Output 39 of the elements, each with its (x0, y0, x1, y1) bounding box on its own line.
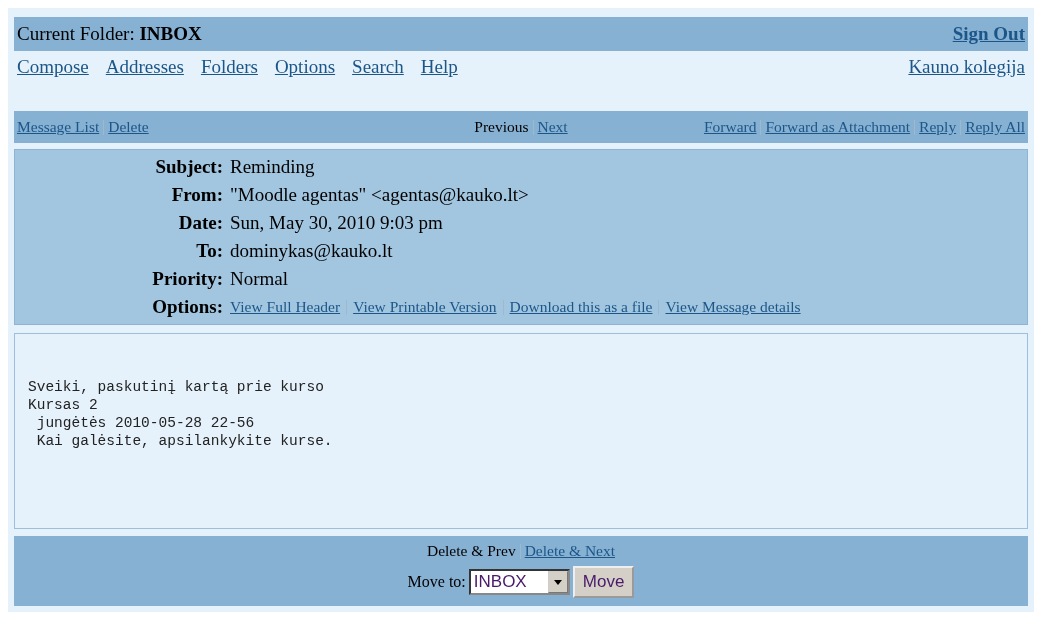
header-label: Date: (177, 212, 223, 234)
header-value: dominykas@kauko.lt (230, 240, 394, 262)
header-value: "Moodle agentas" <agentas@kauko.lt> (230, 184, 530, 206)
header-label: From: (170, 184, 223, 206)
option-link[interactable]: View Full Header (230, 298, 341, 316)
menu-link[interactable]: Options (274, 56, 336, 78)
toolbar-link[interactable]: Forward (703, 118, 757, 136)
menu-link[interactable]: Compose (17, 56, 89, 78)
menu-link[interactable]: Search (352, 56, 404, 78)
menu-link[interactable]: Folders (200, 56, 258, 78)
delete-link[interactable]: Delete & Next (524, 542, 616, 560)
menu-link[interactable]: Addresses (105, 56, 184, 78)
toolbar-link[interactable]: Delete (108, 118, 149, 136)
move-to-label: Move to: (407, 573, 466, 591)
current-folder: Current Folder: INBOX (17, 23, 202, 45)
header-label: To: (195, 240, 223, 262)
sign-out-link[interactable]: Sign Out (952, 23, 1025, 45)
toolbar-link[interactable]: Forward as Attachment (765, 118, 911, 136)
header-value: Sun, May 30, 2010 9:03 pm (230, 212, 444, 234)
header-value: Normal (230, 268, 290, 290)
toolbar-link: Previous (474, 118, 529, 136)
header-label: Options: (151, 296, 223, 318)
toolbar-link[interactable]: Reply All (965, 118, 1025, 136)
organization-link[interactable]: Kauno kolegija (908, 56, 1025, 111)
header-label: Subject: (154, 156, 223, 178)
option-link[interactable]: View Message details (665, 298, 801, 316)
message-body: Sveiki, paskutinį kartą prie kurso Kursas 2 jungėtės 2010-05-28 22-56 Kai galėsite, apsilankykite kurse. (28, 378, 333, 450)
header-label: Priority: (151, 268, 223, 290)
folder-dropdown[interactable]: INBOX (468, 569, 570, 595)
toolbar-link[interactable]: Next (537, 118, 568, 136)
option-link[interactable]: Download this as a file (509, 298, 653, 316)
menu-link[interactable]: Help (420, 56, 458, 78)
header-value: Reminding (230, 156, 316, 178)
move-button[interactable]: Move (572, 566, 635, 598)
toolbar-link[interactable]: Message List (17, 118, 100, 136)
delete-link: Delete & Prev (426, 542, 516, 560)
dropdown-arrow-icon (553, 579, 562, 585)
toolbar-link[interactable]: Reply (919, 118, 957, 136)
option-link[interactable]: View Printable Version (353, 298, 497, 316)
